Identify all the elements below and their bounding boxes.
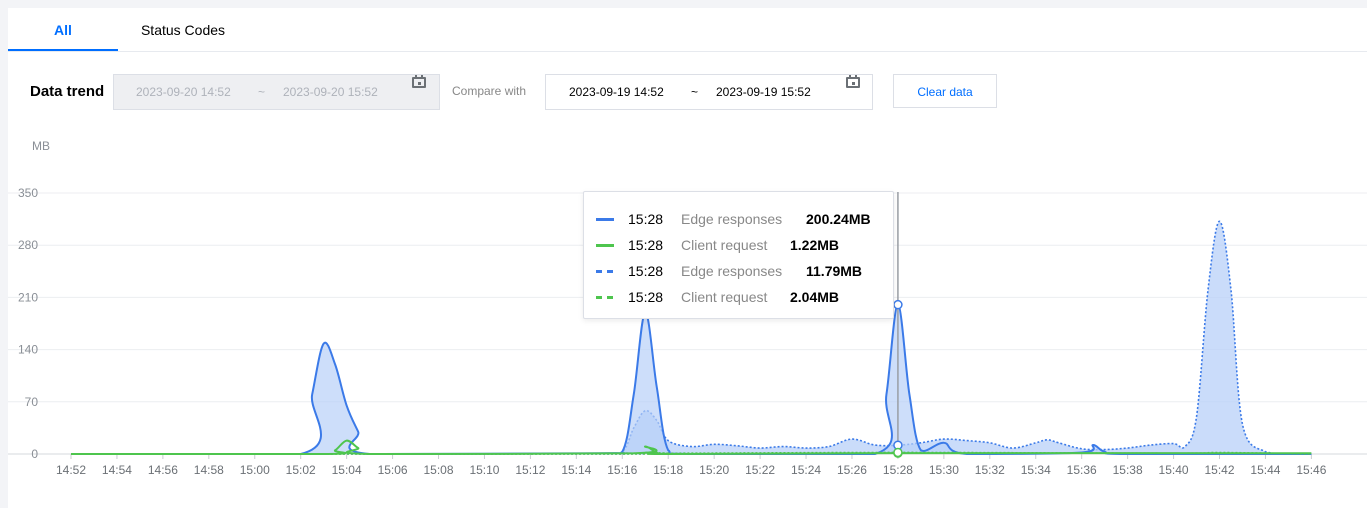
tooltip-value: 200.24MB — [806, 211, 871, 227]
hover-marker — [893, 299, 903, 310]
x-tick-label: 15:28 — [883, 463, 913, 477]
x-tick-label: 15:34 — [1021, 463, 1051, 477]
series-area — [71, 304, 1312, 454]
x-tick-label: 14:52 — [56, 463, 86, 477]
tooltip-time: 15:28 — [628, 211, 664, 227]
y-tick-label: 0 — [31, 447, 38, 461]
x-tick-label: 15:00 — [240, 463, 270, 477]
dashed-line-icon — [596, 270, 614, 273]
hover-marker — [893, 447, 903, 458]
y-tick-label: 140 — [18, 343, 38, 357]
x-tick-label: 15:18 — [653, 463, 683, 477]
x-tick-label: 15:44 — [1250, 463, 1280, 477]
x-tick-label: 14:58 — [194, 463, 224, 477]
x-tick-label: 15:30 — [929, 463, 959, 477]
panel: All Status Codes Data trend 2023-09-20 1… — [8, 8, 1367, 508]
tooltip-value: 2.04MB — [790, 289, 840, 305]
x-tick-label: 15:20 — [699, 463, 729, 477]
dashed-line-icon — [596, 296, 614, 299]
y-tick-label: 210 — [18, 290, 38, 304]
x-tick-label: 15:40 — [1159, 463, 1189, 477]
x-tick-label: 15:22 — [745, 463, 775, 477]
x-tick-label: 15:04 — [332, 463, 362, 477]
chart-tooltip: 15:28 Edge responses 200.24MB 15:28 Client r… — [583, 191, 894, 319]
tooltip-series-name: Client request — [681, 289, 768, 305]
tooltip-row: 15:28 Client request 2.04MB — [596, 284, 881, 310]
x-tick-label: 14:54 — [102, 463, 132, 477]
solid-line-icon — [596, 244, 614, 247]
x-tick-label: 15:32 — [975, 463, 1005, 477]
x-tick-label: 15:06 — [378, 463, 408, 477]
tooltip-time: 15:28 — [628, 289, 664, 305]
x-tick-label: 15:12 — [515, 463, 545, 477]
series-line — [70, 303, 1312, 456]
x-tick-label: 15:38 — [1113, 463, 1143, 477]
y-tick-label: 70 — [25, 395, 39, 409]
x-tick-label: 15:46 — [1296, 463, 1326, 477]
y-tick-label: 280 — [18, 238, 38, 252]
tooltip-time: 15:28 — [628, 237, 664, 253]
tooltip-time: 15:28 — [628, 263, 664, 279]
tooltip-value: 11.79MB — [806, 263, 863, 279]
tooltip-row: 15:28 Edge responses 200.24MB — [596, 206, 881, 232]
tooltip-series-name: Edge responses — [681, 211, 783, 227]
tooltip-series-name: Edge responses — [681, 263, 783, 279]
x-tick-label: 15:36 — [1067, 463, 1097, 477]
tooltip-row: 15:28 Edge responses 11.79MB — [596, 258, 881, 284]
x-tick-label: 15:14 — [561, 463, 591, 477]
x-tick-label: 14:56 — [148, 463, 178, 477]
x-tick-label: 15:26 — [837, 463, 867, 477]
tooltip-series-name: Client request — [681, 237, 768, 253]
x-tick-label: 15:10 — [469, 463, 499, 477]
x-tick-label: 15:02 — [286, 463, 316, 477]
x-tick-label: 15:42 — [1204, 463, 1234, 477]
x-tick-label: 15:24 — [791, 463, 821, 477]
x-tick-label: 15:16 — [607, 463, 637, 477]
y-tick-label: 350 — [18, 186, 38, 200]
tooltip-value: 1.22MB — [790, 237, 840, 253]
solid-line-icon — [596, 218, 614, 221]
tooltip-row: 15:28 Client request 1.22MB — [596, 232, 881, 258]
x-tick-label: 15:08 — [424, 463, 454, 477]
